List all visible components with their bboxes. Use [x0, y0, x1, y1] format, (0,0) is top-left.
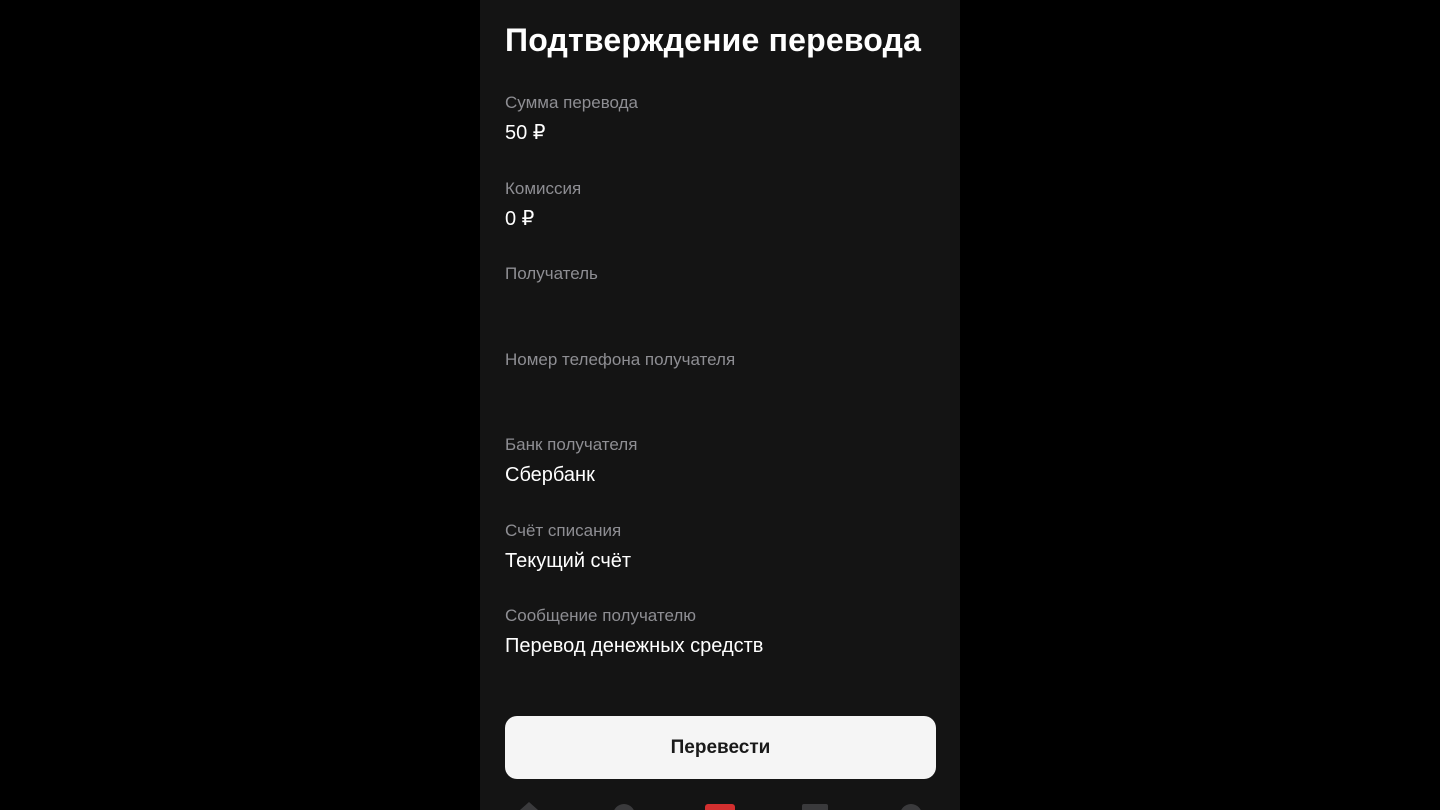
recipient-value	[505, 292, 935, 316]
recipient-bank-field: Банк получателя Сбербанк	[505, 435, 935, 487]
recipient-phone-label: Номер телефона получателя	[505, 350, 736, 369]
bottom-tab-bar	[480, 798, 960, 810]
recipient-phone-field: Номер телефона получателя	[505, 350, 935, 402]
recipient-bank-label: Банк получателя	[505, 435, 638, 454]
page-title: Подтверждение перевода	[505, 22, 922, 58]
debit-account-label: Счёт списания	[505, 521, 622, 540]
recipient-bank-value: Сбербанк	[505, 464, 595, 486]
recipient-phone-value	[505, 378, 935, 402]
profile-icon[interactable]	[613, 804, 635, 810]
recipient-label: Получатель	[505, 264, 598, 283]
recipient-field: Получатель	[505, 264, 935, 316]
amount-value: 50 ₽	[505, 122, 546, 144]
payments-icon[interactable]	[705, 804, 735, 810]
debit-account-field: Счёт списания Текущий счёт	[505, 521, 935, 573]
transfer-confirmation-screen: Подтверждение перевода Сумма перевода 50…	[480, 0, 960, 810]
message-field: Сообщение получателю Перевод денежных ср…	[505, 606, 935, 658]
transfer-button[interactable]: Перевести	[505, 716, 936, 779]
commission-field: Комиссия 0 ₽	[505, 179, 935, 231]
commission-value: 0 ₽	[505, 208, 535, 230]
debit-account-value: Текущий счёт	[505, 550, 632, 572]
message-value: Перевод денежных средств	[505, 635, 764, 657]
chat-icon[interactable]	[900, 804, 922, 810]
amount-label: Сумма перевода	[505, 93, 639, 112]
home-icon[interactable]	[520, 802, 538, 810]
services-icon[interactable]	[802, 804, 828, 810]
message-label: Сообщение получателю	[505, 606, 697, 625]
amount-field: Сумма перевода 50 ₽	[505, 93, 935, 145]
screen-backdrop: Подтверждение перевода Сумма перевода 50…	[0, 0, 1440, 810]
commission-label: Комиссия	[505, 179, 582, 198]
